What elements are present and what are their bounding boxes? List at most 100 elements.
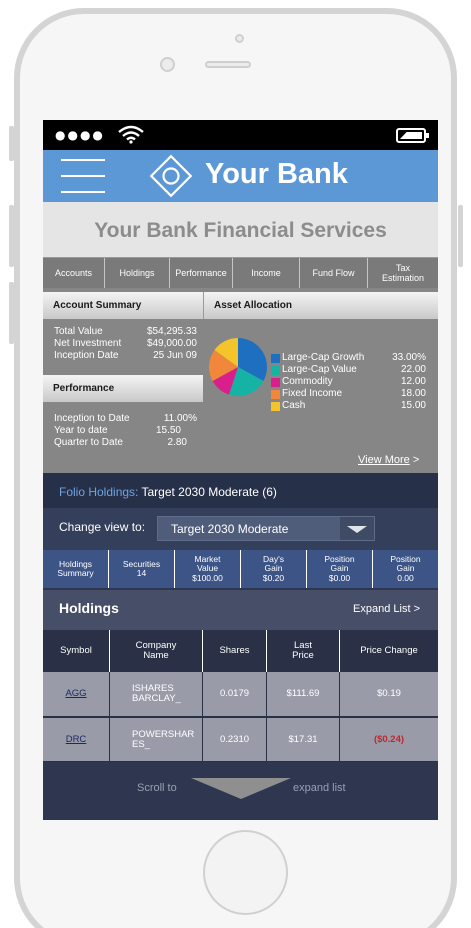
menu-icon[interactable] xyxy=(61,158,105,194)
stat-value: $0.20 xyxy=(262,572,285,583)
shares-value: 0.0179 xyxy=(203,672,267,716)
performance-row: Quarter to Date 2.80 xyxy=(54,437,187,449)
holdings-table: Symbol Company Name Shares Last Price Pric… xyxy=(43,630,438,762)
stat-position-gain: Position Gain $0.00 xyxy=(307,550,373,588)
summary-value: $54,295.33 xyxy=(146,326,197,337)
last-price-value: $111.69 xyxy=(267,672,340,716)
wifi-icon xyxy=(117,124,145,148)
stat-holdings-summary: Holdings Summary xyxy=(43,550,109,588)
performance-row: Inception to Date 11.00% xyxy=(54,413,197,425)
performance-label: Year to date xyxy=(54,425,108,436)
home-button[interactable] xyxy=(203,830,288,915)
tab-performance[interactable]: Performance xyxy=(170,258,233,288)
legend-swatch xyxy=(271,390,280,399)
portfolio-select[interactable]: Target 2030 Moderate xyxy=(157,516,375,541)
legend-swatch xyxy=(271,402,280,411)
company-name: ISHARES BARCLAY_ xyxy=(110,672,203,716)
stat-label: Position Gain xyxy=(324,553,355,574)
legend-item: Fixed Income 18.00 xyxy=(271,388,426,400)
legend-swatch xyxy=(271,354,280,363)
column-header-company[interactable]: Company Name xyxy=(110,630,203,672)
tab-accounts[interactable]: Accounts xyxy=(43,258,105,288)
battery-icon xyxy=(396,128,429,143)
view-more-link[interactable]: View More > xyxy=(358,454,419,466)
performance-label: Quarter to Date xyxy=(54,437,123,448)
stat-position-gain-pct: Position Gain 0.00 xyxy=(373,550,438,588)
last-price-value: $17.31 xyxy=(267,718,340,761)
folio-label: Folio Holdings: xyxy=(59,485,139,499)
column-header-price-change[interactable]: Price Change xyxy=(340,630,438,672)
asset-allocation-legend: Large-Cap Growth 33.00% Large-Cap Value 22.… xyxy=(271,352,426,412)
legend-value: 22.00 xyxy=(400,364,426,375)
legend-value: 12.00 xyxy=(400,376,426,387)
column-header-last-price[interactable]: Last Price xyxy=(267,630,340,672)
down-arrow-icon[interactable] xyxy=(191,778,291,799)
bank-logo-icon xyxy=(149,154,193,202)
stat-label: Holdings Summary xyxy=(57,558,94,578)
summary-label: Total Value xyxy=(54,326,103,337)
holdings-title: Holdings xyxy=(59,600,119,616)
chevron-down-icon[interactable] xyxy=(340,517,374,540)
summary-label: Inception Date xyxy=(54,350,119,361)
tab-fund-flow[interactable]: Fund Flow xyxy=(300,258,368,288)
holdings-header: Holdings Expand List > xyxy=(43,590,438,630)
asset-allocation-pie-chart xyxy=(209,338,267,396)
price-change-value: ($0.24) xyxy=(373,733,405,745)
stat-label: Day's Gain xyxy=(263,553,284,574)
portfolio-select-value: Target 2030 Moderate xyxy=(171,522,289,536)
summary-value: $49,000.00 xyxy=(146,338,197,349)
stat-label: Position Gain xyxy=(390,553,421,574)
side-button xyxy=(9,126,14,161)
legend-value: 18.00 xyxy=(400,388,426,399)
legend-label: Commodity xyxy=(282,376,333,387)
legend-label: Fixed Income xyxy=(282,388,343,399)
price-change-value: $0.19 xyxy=(377,688,401,699)
chevron-right-icon: > xyxy=(412,454,420,466)
performance-value: 2.80 xyxy=(167,437,187,448)
table-row: DRC POWERSHAR ES_ 0.2310 $17.31 ($0.24) xyxy=(43,717,438,762)
legend-label: Large-Cap Growth xyxy=(282,352,365,363)
summary-label: Net Investment xyxy=(54,338,122,349)
scroll-hint-bar: Scroll to expand list xyxy=(43,762,438,820)
table-header-row: Symbol Company Name Shares Last Price Pric… xyxy=(43,630,438,672)
performance-value: 15.50 xyxy=(155,425,181,436)
performance-value: 11.00% xyxy=(163,413,197,424)
nav-tabs: Accounts Holdings Performance Income Fun… xyxy=(43,257,438,288)
view-more-label: View More xyxy=(358,454,410,466)
summary-panel: Account Summary Asset Allocation Total V… xyxy=(43,288,438,473)
folio-value: Target 2030 Moderate (6) xyxy=(141,485,277,499)
symbol-link[interactable]: AGG xyxy=(43,672,110,716)
stat-value: $100.00 xyxy=(192,572,223,583)
legend-item: Large-Cap Growth 33.00% xyxy=(271,352,426,364)
column-header-symbol[interactable]: Symbol xyxy=(43,630,110,672)
stat-value: 14 xyxy=(136,568,147,578)
status-bar: ●●●● xyxy=(43,120,438,150)
tab-income[interactable]: Income xyxy=(233,258,300,288)
volume-down-button xyxy=(9,282,14,344)
holdings-stats-bar: Holdings Summary Securities 14 Market Valu… xyxy=(43,550,438,588)
page-title: Your Bank Financial Services xyxy=(94,219,387,242)
summary-row: Net Investment $49,000.00 xyxy=(54,338,197,350)
tab-tax-estimation[interactable]: Tax Estimation xyxy=(368,258,438,288)
company-name: POWERSHAR ES_ xyxy=(110,718,203,761)
legend-item: Cash 15.00 xyxy=(271,400,426,412)
volume-up-button xyxy=(9,205,14,267)
title-band: Your Bank Financial Services xyxy=(43,202,438,257)
summary-row: Total Value $54,295.33 xyxy=(54,326,197,338)
stat-value: 0.00 xyxy=(397,572,414,583)
column-header-shares[interactable]: Shares xyxy=(203,630,267,672)
summary-row: Inception Date 25 Jun 09 xyxy=(54,350,197,362)
shares-value: 0.2310 xyxy=(203,718,267,761)
expand-list-link[interactable]: Expand List > xyxy=(353,603,420,615)
symbol-link[interactable]: DRC xyxy=(43,718,110,761)
tab-holdings[interactable]: Holdings xyxy=(105,258,170,288)
performance-heading: Performance xyxy=(43,375,203,402)
legend-swatch xyxy=(271,366,280,375)
app-header: Your Bank xyxy=(43,150,438,202)
signal-icon: ●●●● xyxy=(55,128,105,142)
stat-value: $0.00 xyxy=(328,572,351,583)
power-button xyxy=(458,205,463,267)
change-view-bar: Change view to: Target 2030 Moderate xyxy=(43,508,438,550)
stat-market-value: Market Value $100.00 xyxy=(175,550,241,588)
brand-name: Your Bank xyxy=(205,158,348,190)
